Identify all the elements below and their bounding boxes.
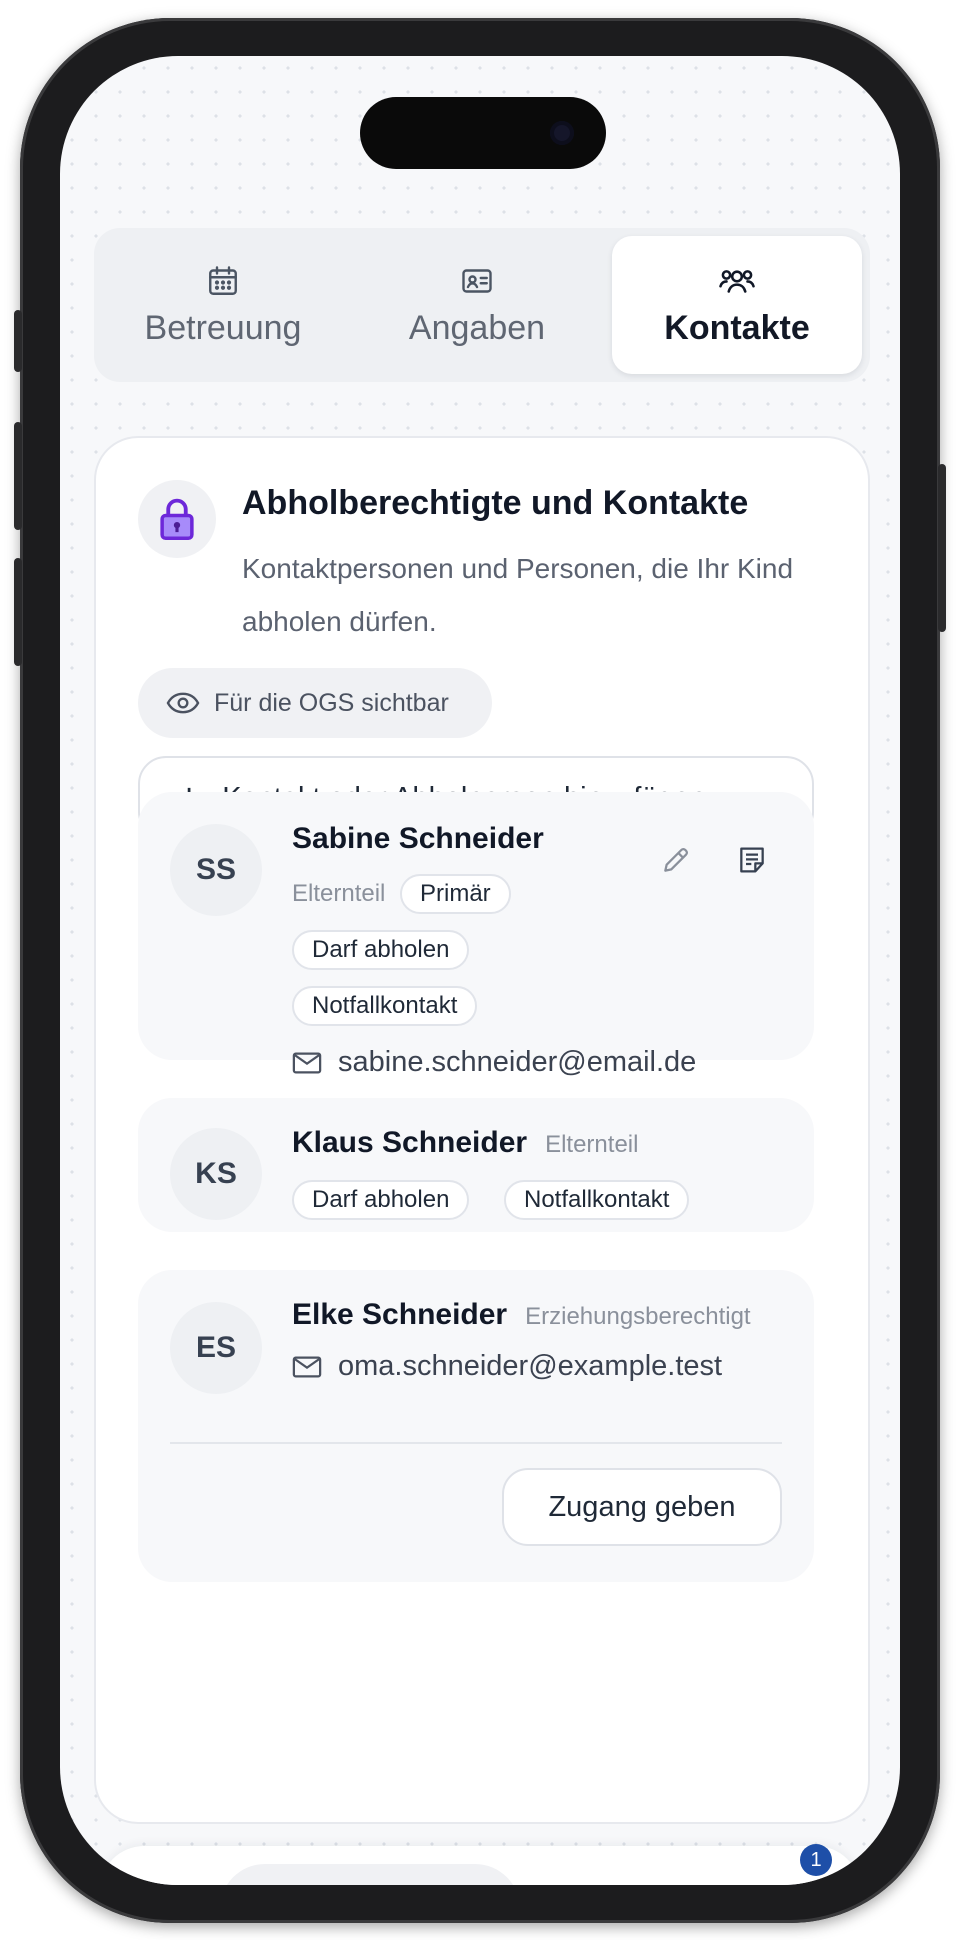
- avatar: SS: [170, 824, 262, 916]
- tab-label: Angaben: [408, 308, 546, 347]
- mail-icon: [292, 1052, 322, 1073]
- lock-icon: [160, 498, 194, 540]
- contact-card-elke[interactable]: ES Elke Schneider Erziehungsberechtigt o…: [138, 1270, 814, 1582]
- volume-down-button: [14, 558, 22, 666]
- mail-icon: [292, 1356, 322, 1377]
- phone-frame: Betreuung Angaben Kontakte Abholberechti…: [14, 18, 946, 1923]
- avatar: KS: [170, 1128, 262, 1220]
- notification-badge: 1: [800, 1844, 832, 1876]
- avatar: ES: [170, 1302, 262, 1394]
- eye-icon: [166, 692, 200, 714]
- tab-label: Kontakte: [664, 308, 810, 347]
- chip-pickup: Darf abholen: [292, 930, 470, 970]
- edit-button[interactable]: [654, 838, 698, 882]
- contact-header: Klaus Schneider Elternteil: [292, 1126, 638, 1160]
- calendar-icon: [209, 265, 237, 295]
- bottom-navigation: [100, 1846, 860, 1885]
- chip-emergency: Notfallkontakt: [504, 1180, 690, 1220]
- contact-email-text: sabine.schneider@email.de: [338, 1046, 697, 1078]
- contact-card-sabine[interactable]: SS Sabine Schneider Elternteil Primär Da…: [138, 792, 814, 1078]
- divider: [170, 1442, 782, 1444]
- bottom-nav-active-item[interactable]: [220, 1864, 520, 1885]
- chip-emergency: Notfallkontakt: [292, 986, 478, 1026]
- contact-name: Elke Schneider: [292, 1298, 508, 1331]
- grant-access-button[interactable]: Zugang geben: [502, 1468, 782, 1546]
- contact-role: Elternteil: [292, 880, 386, 907]
- visibility-label: Für die OGS sichtbar: [214, 688, 449, 717]
- power-button: [938, 464, 946, 632]
- segmented-tabs: Betreuung Angaben Kontakte: [94, 228, 870, 382]
- tab-betreuung[interactable]: Betreuung: [102, 236, 344, 374]
- contacts-card: Abholberechtigte und Kontakte Kontaktper…: [94, 436, 870, 1824]
- contact-role: Elternteil: [545, 1131, 639, 1158]
- tab-kontakte[interactable]: Kontakte: [612, 236, 862, 374]
- primary-chip: Primär: [400, 874, 511, 914]
- contact-name: Klaus Schneider: [292, 1126, 528, 1159]
- contact-card-klaus[interactable]: KS Klaus Schneider Elternteil Darf abhol…: [138, 1098, 814, 1232]
- volume-up-button: [14, 422, 22, 530]
- users-icon: [719, 269, 755, 293]
- lock-badge: [138, 480, 216, 558]
- chip-pickup: Darf abholen: [292, 1180, 470, 1220]
- contact-email: sabine.schneider@email.de: [292, 1046, 696, 1079]
- action-button: [14, 310, 22, 372]
- section-title: Abholberechtigte und Kontakte: [242, 484, 749, 522]
- contact-role: Erziehungsberechtigt: [525, 1303, 751, 1330]
- contact-email: oma.schneider@example.test: [292, 1350, 722, 1383]
- contact-header: Elke Schneider Erziehungsberechtigt: [292, 1298, 751, 1332]
- contact-email-text: oma.schneider@example.test: [338, 1350, 723, 1382]
- screen: Betreuung Angaben Kontakte Abholberechti…: [60, 56, 900, 1885]
- notes-button[interactable]: [730, 838, 774, 882]
- tab-label: Betreuung: [144, 308, 302, 347]
- section-description: Kontaktpersonen und Personen, die Ihr Ki…: [242, 553, 794, 637]
- tab-angaben[interactable]: Angaben: [356, 236, 598, 374]
- pencil-icon: [664, 847, 689, 872]
- note-icon: [740, 847, 764, 873]
- id-card-icon: [462, 268, 492, 293]
- dynamic-island: [360, 97, 606, 169]
- front-camera: [550, 121, 574, 145]
- contact-name: Sabine Schneider: [292, 822, 544, 855]
- visibility-badge: Für die OGS sichtbar: [138, 668, 492, 738]
